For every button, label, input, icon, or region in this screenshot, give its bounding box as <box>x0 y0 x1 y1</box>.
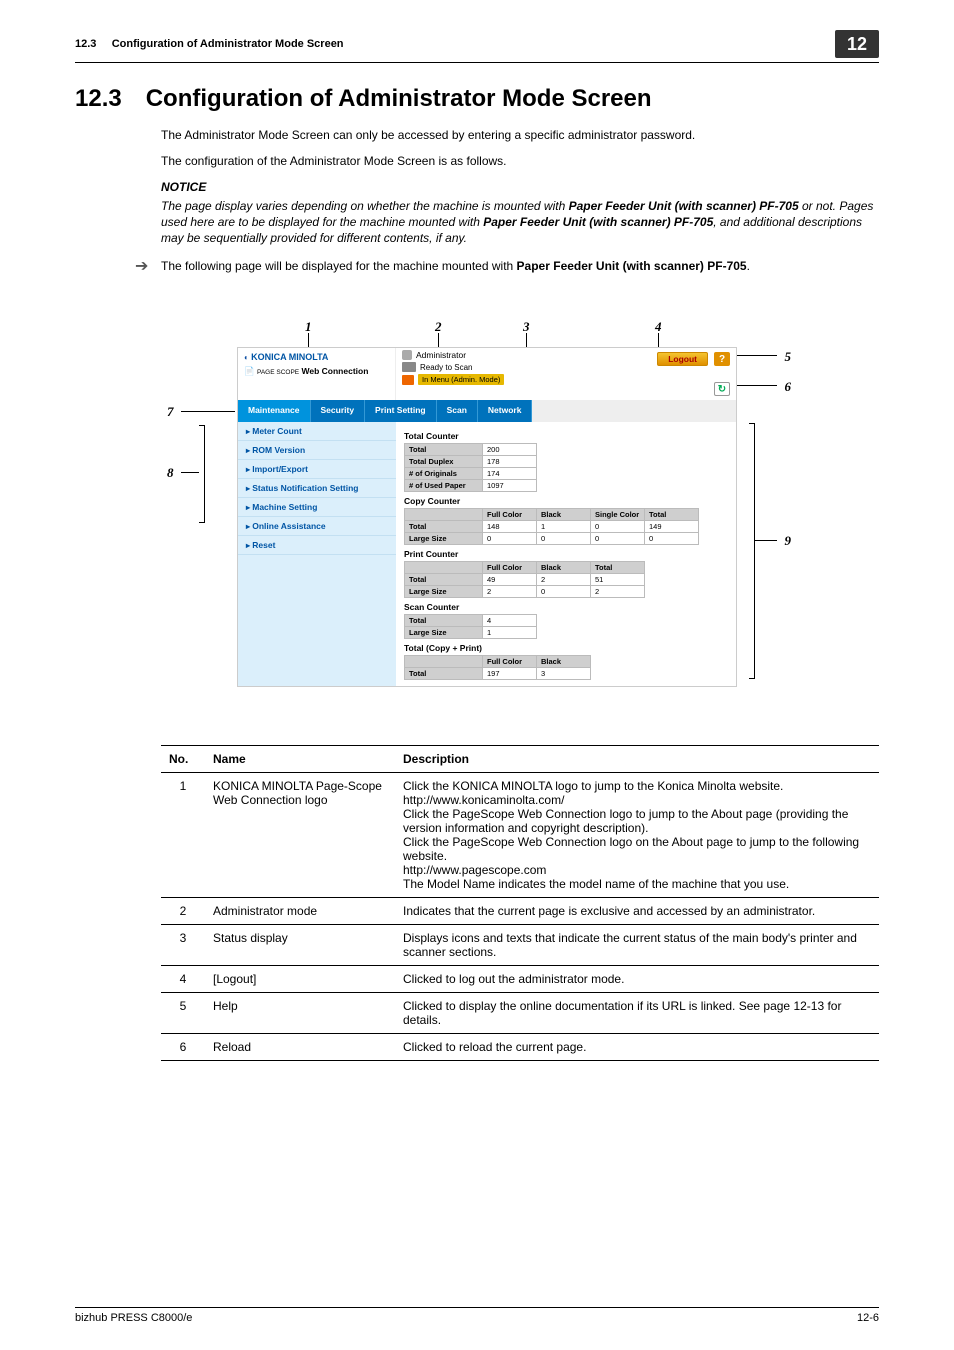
sidebar-item-reset[interactable]: Reset <box>238 536 396 555</box>
user-icon <box>402 350 412 360</box>
admin-panel: ◐ KONICA MINOLTA 📄 PAGE SCOPE Web Connec… <box>237 347 737 687</box>
header-code: 12.3 <box>75 38 96 50</box>
arrow-icon: ➔ <box>135 259 149 275</box>
intro-p2: The configuration of the Administrator M… <box>161 153 879 169</box>
header-left: 12.3 Configuration of Administrator Mode… <box>75 38 344 50</box>
tab-network[interactable]: Network <box>478 400 533 422</box>
scan-counter-title: Scan Counter <box>404 602 728 612</box>
warning-icon <box>402 375 414 385</box>
tab-security[interactable]: Security <box>311 400 366 422</box>
table-row: 5 Help Clicked to display the online doc… <box>161 993 879 1034</box>
table-row: 6 Reload Clicked to reload the current p… <box>161 1034 879 1061</box>
scan-counter-table: Total4 Large Size1 <box>404 614 537 639</box>
tab-maintenance[interactable]: Maintenance <box>238 400 311 422</box>
total-counter-title: Total Counter <box>404 431 728 441</box>
sidebar-item-rom-version[interactable]: ROM Version <box>238 441 396 460</box>
callout-7: 7 <box>167 404 174 420</box>
callout-9: 9 <box>785 533 792 549</box>
section-heading: 12.3 Configuration of Administrator Mode… <box>75 85 879 113</box>
chapter-number-box: 12 <box>835 30 879 58</box>
th-no: No. <box>161 746 205 773</box>
copy-counter-table: Full ColorBlackSingle ColorTotal Total14… <box>404 508 699 545</box>
footer-left: bizhub PRESS C8000/e <box>75 1312 192 1324</box>
sidebar-item-import-export[interactable]: Import/Export <box>238 460 396 479</box>
arrow-note: ➔ The following page will be displayed f… <box>135 258 879 275</box>
th-name: Name <box>205 746 395 773</box>
copy-counter-title: Copy Counter <box>404 496 728 506</box>
notice-text: The page display varies depending on whe… <box>161 198 879 247</box>
sidebar-item-status-notification[interactable]: Status Notification Setting <box>238 479 396 498</box>
admin-screenshot-figure: 1 2 3 4 5 6 7 8 9 ◐ KONICA MINOLTA 📄 PAG… <box>157 315 797 695</box>
sidebar: Meter Count ROM Version Import/Export St… <box>238 422 396 686</box>
body-text: The Administrator Mode Screen can only b… <box>161 127 879 275</box>
callout-8: 8 <box>167 465 174 481</box>
total-cp-title: Total (Copy + Print) <box>404 643 728 653</box>
callout-6: 6 <box>785 379 792 395</box>
description-table-wrap: No. Name Description 1 KONICA MINOLTA Pa… <box>161 745 879 1061</box>
pagescope-logo[interactable]: 📄 PAGE SCOPE Web Connection <box>244 366 389 377</box>
notice-label: NOTICE <box>161 179 879 195</box>
table-row: 3 Status display Displays icons and text… <box>161 925 879 966</box>
reload-icon[interactable]: ↻ <box>714 382 730 396</box>
status-menu: In Menu (Admin. Mode) <box>402 374 730 385</box>
page-header: 12.3 Configuration of Administrator Mode… <box>75 30 879 63</box>
total-counter-table: Total200 Total Duplex178 # of Originals1… <box>404 443 537 492</box>
tab-bar: Maintenance Security Print Setting Scan … <box>238 400 736 422</box>
table-row: 2 Administrator mode Indicates that the … <box>161 898 879 925</box>
tab-print-setting[interactable]: Print Setting <box>365 400 437 422</box>
logout-button[interactable]: Logout <box>657 352 708 366</box>
help-icon[interactable]: ? <box>714 352 730 366</box>
sidebar-item-meter-count[interactable]: Meter Count <box>238 422 396 441</box>
sidebar-item-machine-setting[interactable]: Machine Setting <box>238 498 396 517</box>
tab-scan[interactable]: Scan <box>437 400 478 422</box>
logo-column: ◐ KONICA MINOLTA 📄 PAGE SCOPE Web Connec… <box>238 348 396 400</box>
content-pane: Total Counter Total200 Total Duplex178 #… <box>396 422 736 686</box>
table-header-row: No. Name Description <box>161 746 879 773</box>
print-counter-title: Print Counter <box>404 549 728 559</box>
sidebar-item-online-assistance[interactable]: Online Assistance <box>238 517 396 536</box>
heading-title: Configuration of Administrator Mode Scre… <box>146 85 652 113</box>
callout-5: 5 <box>785 349 792 365</box>
table-row: 1 KONICA MINOLTA Page-Scope Web Connecti… <box>161 773 879 898</box>
total-cp-table: Full ColorBlack Total1973 <box>404 655 591 680</box>
km-logo[interactable]: ◐ KONICA MINOLTA <box>244 352 389 362</box>
table-row: 4 [Logout] Clicked to log out the admini… <box>161 966 879 993</box>
footer-right: 12-6 <box>857 1312 879 1324</box>
heading-number: 12.3 <box>75 85 122 113</box>
th-desc: Description <box>395 746 879 773</box>
printer-icon <box>402 362 416 372</box>
print-counter-table: Full ColorBlackTotal Total49251 Large Si… <box>404 561 645 598</box>
intro-p1: The Administrator Mode Screen can only b… <box>161 127 879 143</box>
page-footer: bizhub PRESS C8000/e 12-6 <box>75 1307 879 1324</box>
header-title: Configuration of Administrator Mode Scre… <box>112 38 344 50</box>
description-table: No. Name Description 1 KONICA MINOLTA Pa… <box>161 745 879 1061</box>
